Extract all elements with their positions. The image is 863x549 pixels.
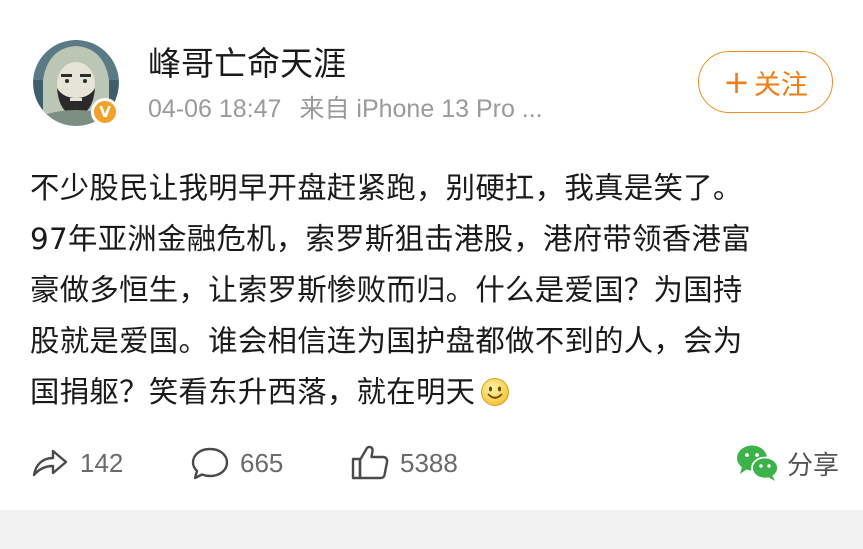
- verified-mark: V: [99, 103, 111, 121]
- content-line: 不少股民让我明早开盘赶紧跑，别硬扛，我真是笑了。: [30, 171, 743, 205]
- repost-icon: [32, 449, 68, 477]
- follow-label: 关注: [753, 69, 808, 101]
- comment-icon: [191, 447, 229, 480]
- content-line: 豪做多恒生，让索罗斯惨败而归。什么是爱国？为国持: [30, 273, 743, 307]
- post-source: 来自 iPhone 13 Pro ...: [299, 95, 543, 123]
- wechat-icon: [737, 445, 779, 481]
- post-date: 04-06 18:47: [148, 95, 282, 123]
- comment-button[interactable]: 665: [190, 438, 283, 488]
- share-button[interactable]: 分享: [735, 438, 839, 488]
- repost-count: 142: [80, 447, 124, 478]
- share-label: 分享: [787, 450, 840, 481]
- post-content: 不少股民让我明早开盘赶紧跑，别硬扛，我真是笑了。 97年亚洲金融危机，索罗斯狙击…: [30, 163, 840, 418]
- plus-icon: +: [723, 63, 750, 101]
- action-bar: 142 665 5388 分享: [0, 438, 863, 488]
- bottom-divider: [0, 510, 863, 549]
- smile-emoji-icon: [481, 378, 510, 406]
- content-line: 97年亚洲金融危机，索罗斯狙击港股，港府带领香港富: [30, 222, 751, 256]
- post-meta: 04-06 18:47 来自 iPhone 13 Pro ...: [148, 92, 543, 126]
- like-count: 5388: [400, 447, 458, 478]
- content-line-last: 国捐躯？笑看东升西落，就在明天: [30, 367, 840, 418]
- weibo-post: V 峰哥亡命天涯 04-06 18:47 来自 iPhone 13 Pro ...…: [0, 0, 863, 510]
- username[interactable]: 峰哥亡命天涯: [148, 44, 346, 84]
- like-button[interactable]: 5388: [350, 438, 458, 488]
- verified-icon: V: [91, 98, 119, 126]
- repost-button[interactable]: 142: [30, 438, 123, 488]
- like-icon: [351, 445, 389, 480]
- comment-count: 665: [240, 447, 284, 478]
- follow-button[interactable]: + 关注: [698, 51, 833, 113]
- content-line-text: 国捐躯？笑看东升西落，就在明天: [30, 375, 476, 409]
- content-line: 股就是爱国。谁会相信连为国护盘都做不到的人，会为: [30, 324, 743, 358]
